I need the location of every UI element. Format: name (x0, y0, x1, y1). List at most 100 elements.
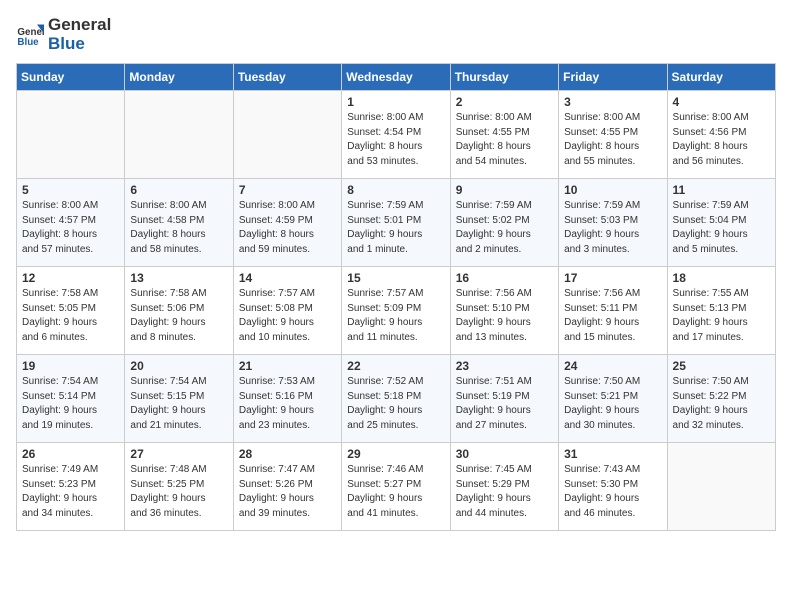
day-info: Sunrise: 8:00 AM Sunset: 4:57 PM Dayligh… (22, 199, 119, 257)
day-cell: 20 Sunrise: 7:54 AM Sunset: 5:15 PM Dayli… (125, 355, 233, 443)
day-info: Sunrise: 7:59 AM Sunset: 5:03 PM Dayligh… (564, 199, 661, 257)
day-cell: 2 Sunrise: 8:00 AM Sunset: 4:55 PM Daylig… (450, 91, 558, 179)
day-number: 28 (239, 447, 336, 461)
calendar-table: SundayMondayTuesdayWednesdayThursdayFrid… (16, 63, 776, 531)
day-info: Sunrise: 7:53 AM Sunset: 5:16 PM Dayligh… (239, 375, 336, 433)
day-number: 2 (456, 95, 553, 109)
day-info: Sunrise: 7:57 AM Sunset: 5:09 PM Dayligh… (347, 287, 444, 345)
day-info: Sunrise: 8:00 AM Sunset: 4:55 PM Dayligh… (564, 111, 661, 169)
header-sunday: Sunday (17, 64, 125, 91)
header-thursday: Thursday (450, 64, 558, 91)
day-cell: 30 Sunrise: 7:45 AM Sunset: 5:29 PM Dayli… (450, 443, 558, 531)
day-info: Sunrise: 7:49 AM Sunset: 5:23 PM Dayligh… (22, 463, 119, 521)
day-number: 29 (347, 447, 444, 461)
page-header: General Blue General Blue (16, 16, 776, 53)
day-info: Sunrise: 8:00 AM Sunset: 4:54 PM Dayligh… (347, 111, 444, 169)
day-number: 30 (456, 447, 553, 461)
day-cell: 22 Sunrise: 7:52 AM Sunset: 5:18 PM Dayli… (342, 355, 450, 443)
day-number: 3 (564, 95, 661, 109)
week-row-2: 5 Sunrise: 8:00 AM Sunset: 4:57 PM Daylig… (17, 179, 776, 267)
week-row-4: 19 Sunrise: 7:54 AM Sunset: 5:14 PM Dayli… (17, 355, 776, 443)
week-row-3: 12 Sunrise: 7:58 AM Sunset: 5:05 PM Dayli… (17, 267, 776, 355)
day-cell (667, 443, 775, 531)
day-cell: 1 Sunrise: 8:00 AM Sunset: 4:54 PM Daylig… (342, 91, 450, 179)
day-number: 1 (347, 95, 444, 109)
day-info: Sunrise: 7:55 AM Sunset: 5:13 PM Dayligh… (673, 287, 770, 345)
day-info: Sunrise: 8:00 AM Sunset: 4:59 PM Dayligh… (239, 199, 336, 257)
day-info: Sunrise: 7:59 AM Sunset: 5:01 PM Dayligh… (347, 199, 444, 257)
day-number: 12 (22, 271, 119, 285)
day-number: 14 (239, 271, 336, 285)
day-info: Sunrise: 7:59 AM Sunset: 5:02 PM Dayligh… (456, 199, 553, 257)
day-cell: 26 Sunrise: 7:49 AM Sunset: 5:23 PM Dayli… (17, 443, 125, 531)
header-row: SundayMondayTuesdayWednesdayThursdayFrid… (17, 64, 776, 91)
day-info: Sunrise: 7:56 AM Sunset: 5:11 PM Dayligh… (564, 287, 661, 345)
logo: General Blue General Blue (16, 16, 111, 53)
day-number: 23 (456, 359, 553, 373)
day-number: 20 (130, 359, 227, 373)
day-number: 31 (564, 447, 661, 461)
day-info: Sunrise: 7:48 AM Sunset: 5:25 PM Dayligh… (130, 463, 227, 521)
day-info: Sunrise: 7:47 AM Sunset: 5:26 PM Dayligh… (239, 463, 336, 521)
header-friday: Friday (559, 64, 667, 91)
day-number: 5 (22, 183, 119, 197)
day-cell: 13 Sunrise: 7:58 AM Sunset: 5:06 PM Dayli… (125, 267, 233, 355)
header-saturday: Saturday (667, 64, 775, 91)
day-cell: 17 Sunrise: 7:56 AM Sunset: 5:11 PM Dayli… (559, 267, 667, 355)
day-number: 25 (673, 359, 770, 373)
header-monday: Monday (125, 64, 233, 91)
day-cell: 23 Sunrise: 7:51 AM Sunset: 5:19 PM Dayli… (450, 355, 558, 443)
day-info: Sunrise: 7:52 AM Sunset: 5:18 PM Dayligh… (347, 375, 444, 433)
day-cell: 5 Sunrise: 8:00 AM Sunset: 4:57 PM Daylig… (17, 179, 125, 267)
day-cell (125, 91, 233, 179)
day-info: Sunrise: 7:50 AM Sunset: 5:21 PM Dayligh… (564, 375, 661, 433)
day-info: Sunrise: 7:46 AM Sunset: 5:27 PM Dayligh… (347, 463, 444, 521)
day-info: Sunrise: 8:00 AM Sunset: 4:56 PM Dayligh… (673, 111, 770, 169)
day-number: 15 (347, 271, 444, 285)
day-cell: 27 Sunrise: 7:48 AM Sunset: 5:25 PM Dayli… (125, 443, 233, 531)
day-info: Sunrise: 7:58 AM Sunset: 5:05 PM Dayligh… (22, 287, 119, 345)
day-info: Sunrise: 7:45 AM Sunset: 5:29 PM Dayligh… (456, 463, 553, 521)
day-cell: 15 Sunrise: 7:57 AM Sunset: 5:09 PM Dayli… (342, 267, 450, 355)
day-cell: 31 Sunrise: 7:43 AM Sunset: 5:30 PM Dayli… (559, 443, 667, 531)
day-info: Sunrise: 8:00 AM Sunset: 4:55 PM Dayligh… (456, 111, 553, 169)
day-info: Sunrise: 7:54 AM Sunset: 5:14 PM Dayligh… (22, 375, 119, 433)
day-cell: 18 Sunrise: 7:55 AM Sunset: 5:13 PM Dayli… (667, 267, 775, 355)
logo-general: General (48, 16, 111, 35)
day-number: 22 (347, 359, 444, 373)
day-number: 21 (239, 359, 336, 373)
day-cell (233, 91, 341, 179)
day-info: Sunrise: 7:59 AM Sunset: 5:04 PM Dayligh… (673, 199, 770, 257)
day-cell: 14 Sunrise: 7:57 AM Sunset: 5:08 PM Dayli… (233, 267, 341, 355)
day-number: 24 (564, 359, 661, 373)
week-row-1: 1 Sunrise: 8:00 AM Sunset: 4:54 PM Daylig… (17, 91, 776, 179)
day-info: Sunrise: 7:54 AM Sunset: 5:15 PM Dayligh… (130, 375, 227, 433)
day-cell: 16Sunrise: 7:56 AM Sunset: 5:10 PM Dayli… (450, 267, 558, 355)
day-number: 10 (564, 183, 661, 197)
day-number: 18 (673, 271, 770, 285)
day-number: 13 (130, 271, 227, 285)
day-number: 17 (564, 271, 661, 285)
day-cell: 4Sunrise: 8:00 AM Sunset: 4:56 PM Daylig… (667, 91, 775, 179)
day-cell: 24 Sunrise: 7:50 AM Sunset: 5:21 PM Dayli… (559, 355, 667, 443)
day-info: Sunrise: 7:50 AM Sunset: 5:22 PM Dayligh… (673, 375, 770, 433)
day-number: 8 (347, 183, 444, 197)
day-info: Sunrise: 7:57 AM Sunset: 5:08 PM Dayligh… (239, 287, 336, 345)
day-cell: 21 Sunrise: 7:53 AM Sunset: 5:16 PM Dayli… (233, 355, 341, 443)
day-number: 26 (22, 447, 119, 461)
day-number: 11 (673, 183, 770, 197)
day-cell: 3 Sunrise: 8:00 AM Sunset: 4:55 PM Daylig… (559, 91, 667, 179)
svg-text:Blue: Blue (17, 36, 39, 47)
day-cell: 29 Sunrise: 7:46 AM Sunset: 5:27 PM Dayli… (342, 443, 450, 531)
day-info: Sunrise: 7:51 AM Sunset: 5:19 PM Dayligh… (456, 375, 553, 433)
day-info: Sunrise: 7:43 AM Sunset: 5:30 PM Dayligh… (564, 463, 661, 521)
day-number: 27 (130, 447, 227, 461)
day-cell: 25 Sunrise: 7:50 AM Sunset: 5:22 PM Dayli… (667, 355, 775, 443)
day-cell: 6Sunrise: 8:00 AM Sunset: 4:58 PM Daylig… (125, 179, 233, 267)
day-cell: 7Sunrise: 8:00 AM Sunset: 4:59 PM Daylig… (233, 179, 341, 267)
logo-icon: General Blue (16, 21, 44, 49)
day-info: Sunrise: 7:58 AM Sunset: 5:06 PM Dayligh… (130, 287, 227, 345)
day-number: 9 (456, 183, 553, 197)
day-number: 16 (456, 271, 553, 285)
day-number: 19 (22, 359, 119, 373)
